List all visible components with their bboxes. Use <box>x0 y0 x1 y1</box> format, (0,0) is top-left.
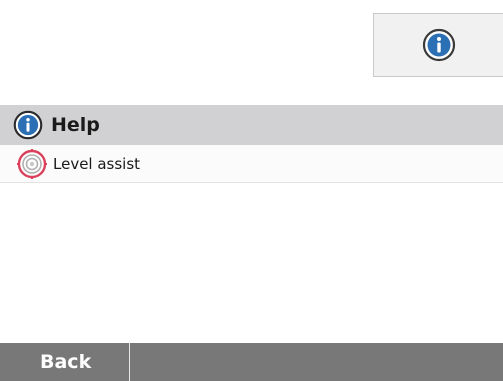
info-icon <box>422 28 456 62</box>
menu-item-label: Level assist <box>53 154 141 173</box>
info-icon <box>13 110 43 140</box>
bottom-bar: Back <box>0 343 503 381</box>
menu-item-level-assist[interactable]: Level assist <box>0 145 503 183</box>
menu-title: Help <box>51 114 100 136</box>
level-target-icon <box>17 148 47 179</box>
info-button[interactable] <box>373 13 503 77</box>
menu-header: Help <box>0 105 503 145</box>
back-button[interactable]: Back <box>0 343 130 381</box>
help-screen: Help Level assist Back <box>0 0 503 381</box>
bottom-bar-spacer <box>130 343 503 381</box>
